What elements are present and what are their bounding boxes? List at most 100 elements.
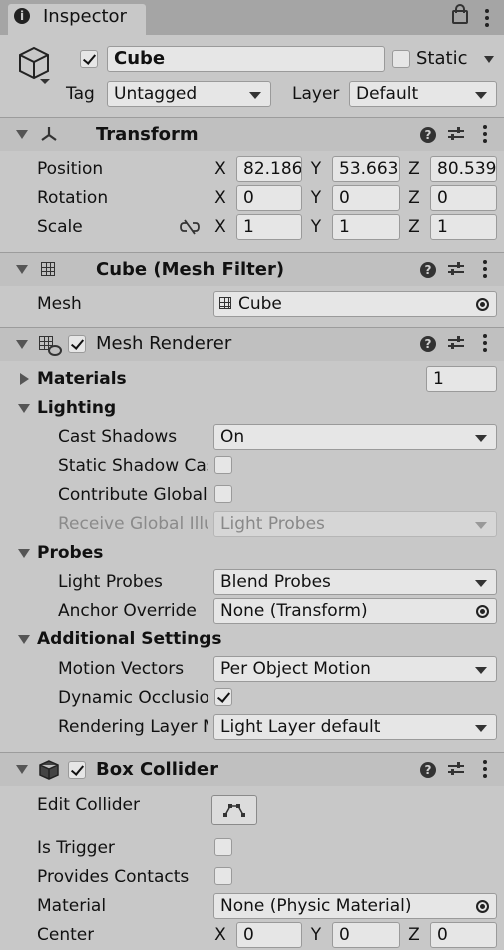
axis-x-label: X [214, 188, 226, 208]
light-probes-dropdown[interactable]: Blend Probes [213, 569, 497, 595]
mesh-label: Mesh [37, 294, 82, 314]
axis-x-label: X [214, 925, 226, 945]
mesh-object-field[interactable]: Cube [213, 291, 497, 317]
center-y-input[interactable]: 0 [332, 922, 400, 948]
motion-vectors-dropdown[interactable]: Per Object Motion [213, 656, 497, 682]
center-z-input[interactable]: 0 [430, 922, 497, 948]
edit-collider-button[interactable] [211, 795, 257, 825]
box-collider-enabled-checkbox[interactable] [68, 761, 86, 779]
mesh-renderer-title: Mesh Renderer [96, 333, 232, 354]
axis-x-label: X [214, 217, 226, 237]
provides-contacts-label: Provides Contacts [37, 867, 190, 887]
mesh-filter-icon [41, 262, 55, 276]
presets-icon[interactable] [448, 127, 464, 141]
light-probes-label: Light Probes [58, 572, 163, 592]
probes-label[interactable]: Probes [37, 543, 103, 563]
transform-title: Transform [96, 124, 199, 145]
foldout-arrow-icon[interactable] [16, 265, 28, 274]
foldout-arrow-icon[interactable] [18, 404, 30, 413]
component-menu-icon[interactable] [483, 260, 487, 281]
static-checkbox[interactable] [392, 50, 410, 68]
axis-y-label: Y [310, 159, 322, 179]
active-checkbox[interactable] [80, 50, 98, 68]
rotation-z-input[interactable]: 0 [430, 185, 497, 211]
rendering-layer-mask-dropdown[interactable]: Light Layer default [213, 714, 497, 740]
tab-menu-icon[interactable] [485, 9, 489, 30]
axis-z-label: Z [408, 925, 420, 945]
mesh-renderer-enabled-checkbox[interactable] [68, 335, 86, 353]
tag-label: Tag [66, 84, 95, 104]
lighting-label[interactable]: Lighting [37, 398, 116, 418]
axis-x-label: X [214, 159, 226, 179]
axis-z-label: Z [408, 159, 420, 179]
cast-shadows-dropdown[interactable]: On [213, 424, 497, 450]
contribute-gi-checkbox[interactable] [214, 485, 232, 503]
anchor-override-label: Anchor Override [58, 601, 197, 621]
mesh-icon [219, 297, 231, 309]
cast-shadows-label: Cast Shadows [58, 427, 178, 447]
foldout-arrow-icon[interactable] [16, 130, 28, 139]
gameobject-cube-icon[interactable] [18, 45, 52, 85]
rotation-y-input[interactable]: 0 [332, 185, 400, 211]
static-label: Static [416, 48, 468, 69]
info-icon: i [14, 8, 30, 24]
axis-y-label: Y [310, 925, 322, 945]
component-menu-icon[interactable] [483, 760, 487, 781]
help-icon[interactable]: ? [420, 127, 436, 143]
object-name-input[interactable]: Cube [107, 46, 385, 72]
materials-label[interactable]: Materials [37, 369, 127, 389]
help-icon[interactable]: ? [420, 336, 436, 352]
position-y-input[interactable]: 53.663 [332, 156, 400, 182]
scale-x-input[interactable]: 1 [236, 214, 302, 240]
dynamic-occlusion-label: Dynamic Occlusion [58, 688, 208, 708]
edit-collider-icon [223, 804, 245, 817]
lock-icon[interactable] [452, 4, 468, 24]
box-collider-icon [39, 760, 59, 780]
scale-z-input[interactable]: 1 [430, 214, 497, 240]
presets-icon[interactable] [448, 336, 464, 350]
position-x-input[interactable]: 82.1864 [236, 156, 302, 182]
axis-z-label: Z [408, 217, 420, 237]
static-shadow-caster-label: Static Shadow Caster [58, 456, 208, 476]
contribute-gi-label: Contribute Global Illumination [58, 485, 208, 505]
additional-settings-label[interactable]: Additional Settings [37, 629, 222, 649]
rotation-x-input[interactable]: 0 [236, 185, 302, 211]
anchor-override-field[interactable]: None (Transform) [213, 598, 497, 624]
rendering-layer-mask-label: Rendering Layer Mask [58, 717, 208, 737]
axis-y-label: Y [310, 217, 322, 237]
edit-collider-label: Edit Collider [37, 795, 141, 815]
position-label: Position [37, 159, 104, 179]
center-x-input[interactable]: 0 [236, 922, 302, 948]
layer-dropdown[interactable]: Default [349, 81, 497, 107]
is-trigger-checkbox[interactable] [214, 838, 232, 856]
unlinked-scale-icon[interactable] [180, 219, 200, 235]
receive-gi-dropdown: Light Probes [213, 511, 497, 537]
tag-dropdown[interactable]: Untagged [107, 81, 271, 107]
presets-icon[interactable] [448, 762, 464, 776]
scale-y-input[interactable]: 1 [332, 214, 400, 240]
help-icon[interactable]: ? [420, 762, 436, 778]
provides-contacts-checkbox[interactable] [214, 867, 232, 885]
presets-icon[interactable] [448, 262, 464, 276]
static-dropdown-icon[interactable] [484, 56, 494, 63]
foldout-arrow-icon[interactable] [20, 373, 29, 385]
static-shadow-caster-checkbox[interactable] [214, 456, 232, 474]
physic-material-field[interactable]: None (Physic Material) [213, 893, 497, 919]
position-z-input[interactable]: 80.539 [430, 156, 497, 182]
foldout-arrow-icon[interactable] [16, 340, 28, 349]
materials-count-input[interactable]: 1 [426, 366, 497, 392]
dynamic-occlusion-checkbox[interactable] [214, 688, 232, 706]
tab-label: Inspector [43, 6, 127, 27]
help-icon[interactable]: ? [420, 262, 436, 278]
foldout-arrow-icon[interactable] [18, 549, 30, 558]
scale-label: Scale [37, 217, 83, 237]
component-menu-icon[interactable] [483, 334, 487, 355]
foldout-arrow-icon[interactable] [16, 765, 28, 774]
motion-vectors-label: Motion Vectors [58, 659, 185, 679]
transform-icon [41, 127, 57, 141]
box-collider-title: Box Collider [96, 759, 219, 780]
foldout-arrow-icon[interactable] [18, 635, 30, 644]
component-menu-icon[interactable] [483, 125, 487, 146]
is-trigger-label: Is Trigger [37, 838, 115, 858]
receive-gi-label: Receive Global Illumination [58, 514, 208, 534]
